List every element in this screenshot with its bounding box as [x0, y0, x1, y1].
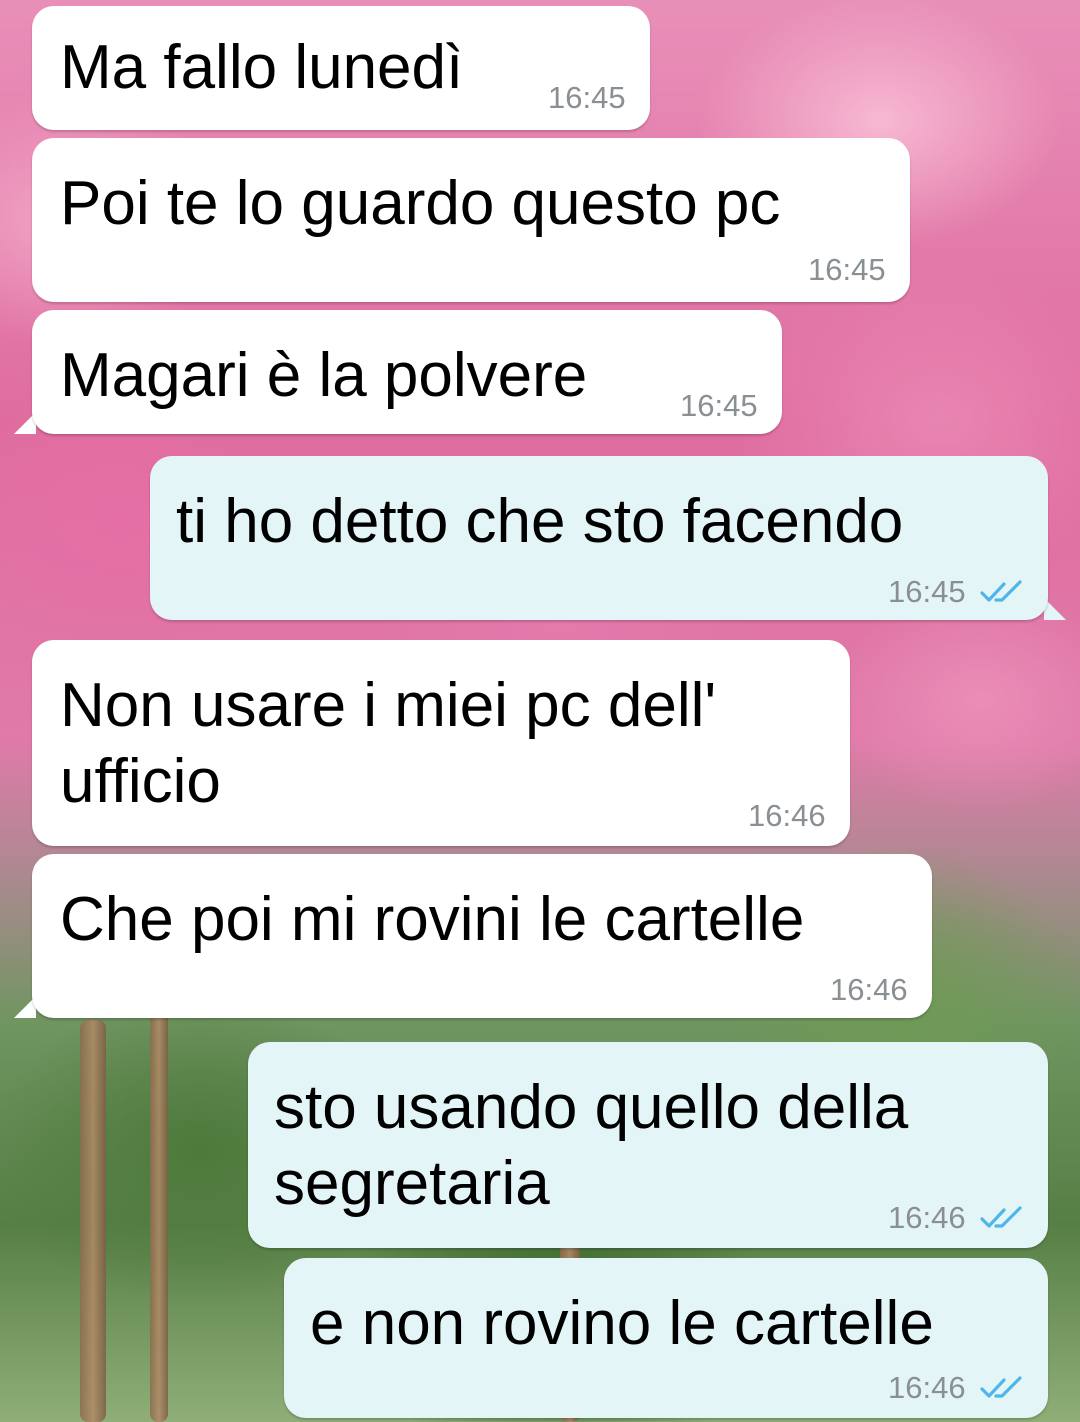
- message-bubble-incoming[interactable]: Magari è la polvere 16:45: [32, 310, 782, 434]
- message-timestamp: 16:45: [548, 80, 626, 115]
- message-text: Magari è la polvere: [60, 341, 588, 410]
- message-timestamp: 16:46: [888, 1370, 966, 1405]
- double-check-icon: [980, 1206, 1022, 1228]
- message-bubble-outgoing[interactable]: sto usando quello della segretaria 16:46: [248, 1042, 1048, 1248]
- message-text: Ma fallo lunedì: [60, 33, 464, 102]
- message-text: e non rovino le cartelle: [310, 1289, 934, 1358]
- message-timestamp: 16:46: [888, 1200, 966, 1235]
- message-text: Che poi mi rovini le cartelle: [60, 885, 805, 954]
- message-text: ti ho detto che sto facendo: [176, 487, 904, 556]
- message-text: Non usare i miei pc dell' ufficio: [60, 671, 717, 816]
- message-bubble-outgoing[interactable]: ti ho detto che sto facendo 16:45: [150, 456, 1048, 620]
- message-timestamp: 16:46: [748, 798, 826, 833]
- message-text: sto usando quello della segretaria: [274, 1073, 909, 1218]
- message-timestamp: 16:45: [808, 252, 886, 287]
- message-timestamp: 16:45: [680, 388, 758, 423]
- message-bubble-outgoing[interactable]: e non rovino le cartelle 16:46: [284, 1258, 1048, 1418]
- message-bubble-incoming[interactable]: Ma fallo lunedì 16:45: [32, 6, 650, 130]
- message-timestamp: 16:45: [888, 574, 966, 609]
- double-check-icon: [980, 1376, 1022, 1398]
- wallpaper-stem: [80, 1020, 106, 1422]
- wallpaper-stem: [150, 1010, 168, 1422]
- message-text: Poi te lo guardo questo pc: [60, 169, 781, 238]
- message-bubble-incoming[interactable]: Poi te lo guardo questo pc 16:45: [32, 138, 910, 302]
- message-bubble-incoming[interactable]: Che poi mi rovini le cartelle 16:46: [32, 854, 932, 1018]
- message-bubble-incoming[interactable]: Non usare i miei pc dell' ufficio 16:46: [32, 640, 850, 846]
- double-check-icon: [980, 580, 1022, 602]
- message-timestamp: 16:46: [830, 972, 908, 1007]
